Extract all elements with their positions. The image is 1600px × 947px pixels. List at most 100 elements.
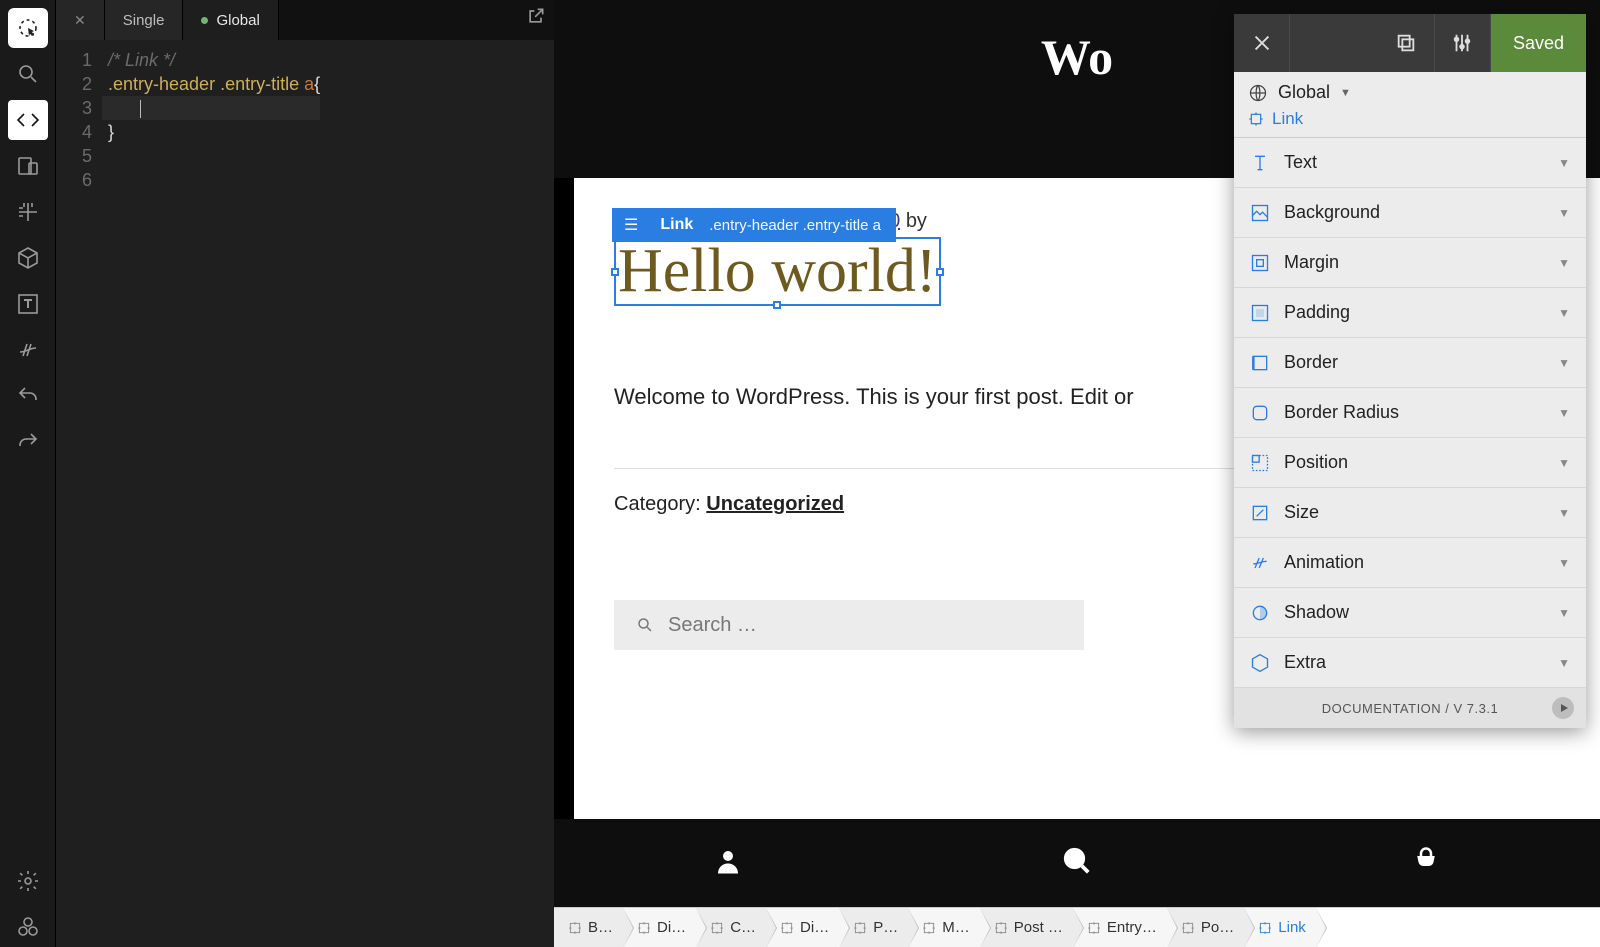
current-element-indicator: Link [1248,109,1572,129]
chevron-down-icon: ▼ [1558,456,1570,470]
tab-single[interactable]: Single [105,0,184,40]
popout-icon[interactable] [526,6,546,31]
tab-label: Single [123,12,165,29]
scope-selector[interactable]: Global ▼ [1248,82,1572,103]
selected-element-outline[interactable]: Hello world! [614,237,941,306]
border-radius-icon [1250,403,1270,423]
breadcrumb-item[interactable]: Entry… [1073,908,1167,947]
devices-icon[interactable] [8,146,48,186]
search-icon [636,616,654,634]
code-icon[interactable] [8,100,48,140]
target-icon [780,921,794,935]
account-icon[interactable] [713,846,743,881]
background-icon [1250,203,1270,223]
saved-status: Saved [1491,14,1586,72]
copy-button[interactable] [1379,14,1435,72]
panel-header: Saved [1234,14,1586,72]
selection-toolbar[interactable]: ☰ Link .entry-header .entry-title a [612,208,896,242]
animation-icon[interactable] [8,330,48,370]
section-position[interactable]: Position▼ [1234,438,1586,488]
box-icon[interactable] [8,238,48,278]
section-shadow[interactable]: Shadow▼ [1234,588,1586,638]
resize-handle[interactable] [773,301,781,309]
breadcrumb-item[interactable]: B… [554,908,623,947]
text-tool-icon[interactable] [8,284,48,324]
resize-handle[interactable] [936,268,944,276]
section-margin[interactable]: Margin▼ [1234,238,1586,288]
search-icon[interactable] [1062,846,1092,881]
redo-icon[interactable] [8,422,48,462]
code-editor[interactable]: 1 2 3 4 5 6 /* Link */ .entry-header .en… [56,40,554,947]
target-icon [922,921,936,935]
chevron-down-icon: ▼ [1558,306,1570,320]
chevron-down-icon: ▼ [1558,156,1570,170]
cart-icon[interactable] [1411,846,1441,881]
close-tab-button[interactable]: ✕ [56,0,105,40]
editor-column: ✕ Single Global 1 2 3 4 5 6 /* Link */ .… [56,0,554,947]
section-background[interactable]: Background▼ [1234,188,1586,238]
settings-icon[interactable] [8,861,48,901]
chevron-down-icon: ▼ [1558,406,1570,420]
close-icon: ✕ [74,12,86,29]
section-border[interactable]: Border▼ [1234,338,1586,388]
size-icon [1250,503,1270,523]
target-icon [637,921,651,935]
settings-sliders-button[interactable] [1435,14,1491,72]
section-extra[interactable]: Extra▼ [1234,638,1586,688]
target-icon [994,921,1008,935]
chevron-down-icon: ▼ [1558,656,1570,670]
position-icon [1250,453,1270,473]
site-title: Wo [1041,28,1113,86]
panel-scope: Global ▼ Link [1234,72,1586,138]
chevron-down-icon: ▼ [1558,356,1570,370]
modified-dot-icon [201,17,208,24]
border-icon [1250,353,1270,373]
footer-text[interactable]: DOCUMENTATION / V 7.3.1 [1322,701,1498,716]
section-padding[interactable]: Padding▼ [1234,288,1586,338]
by-label: by [906,210,927,232]
chevron-down-icon: ▼ [1340,87,1351,99]
target-icon [1258,921,1272,935]
shadow-icon [1250,603,1270,623]
search-icon[interactable] [8,54,48,94]
tab-global[interactable]: Global [183,0,278,40]
target-icon [1087,921,1101,935]
section-border-radius[interactable]: Border Radius▼ [1234,388,1586,438]
preview-column: Wo ☰ Link .entry-header .entry-title a 2… [554,0,1600,947]
section-text[interactable]: Text▼ [1234,138,1586,188]
target-icon [1248,111,1264,127]
text-icon [1250,153,1270,173]
tab-label: Global [216,12,259,29]
target-icon [1181,921,1195,935]
search-box[interactable]: Search … [614,600,1084,650]
chevron-down-icon: ▼ [1558,206,1570,220]
chevron-down-icon: ▼ [1558,506,1570,520]
selector-tool-icon[interactable] [8,8,48,48]
scope-label: Global [1278,82,1330,103]
extra-icon [1250,653,1270,673]
section-size[interactable]: Size▼ [1234,488,1586,538]
category-link[interactable]: Uncategorized [706,493,844,515]
resize-handle[interactable] [611,268,619,276]
play-icon[interactable] [1552,697,1574,719]
post-title-link[interactable]: Hello world! [616,239,939,304]
burger-icon[interactable]: ☰ [612,215,650,235]
section-animation[interactable]: Animation▼ [1234,538,1586,588]
target-icon [710,921,724,935]
mobile-bottom-bar [554,819,1600,907]
breadcrumb-item[interactable]: Post … [980,908,1073,947]
undo-icon[interactable] [8,376,48,416]
ruler-icon[interactable] [8,192,48,232]
category-label: Category: [614,493,701,515]
modules-icon[interactable] [8,907,48,947]
breadcrumb-item[interactable]: Po… [1167,908,1244,947]
target-icon [853,921,867,935]
chevron-down-icon: ▼ [1558,606,1570,620]
selection-label: Link [650,216,703,234]
code-body: /* Link */ .entry-header .entry-title a{… [102,40,320,947]
margin-icon [1250,253,1270,273]
globe-icon [1248,83,1268,103]
left-toolbar [0,0,56,947]
target-icon [568,921,582,935]
close-panel-button[interactable] [1234,14,1290,72]
